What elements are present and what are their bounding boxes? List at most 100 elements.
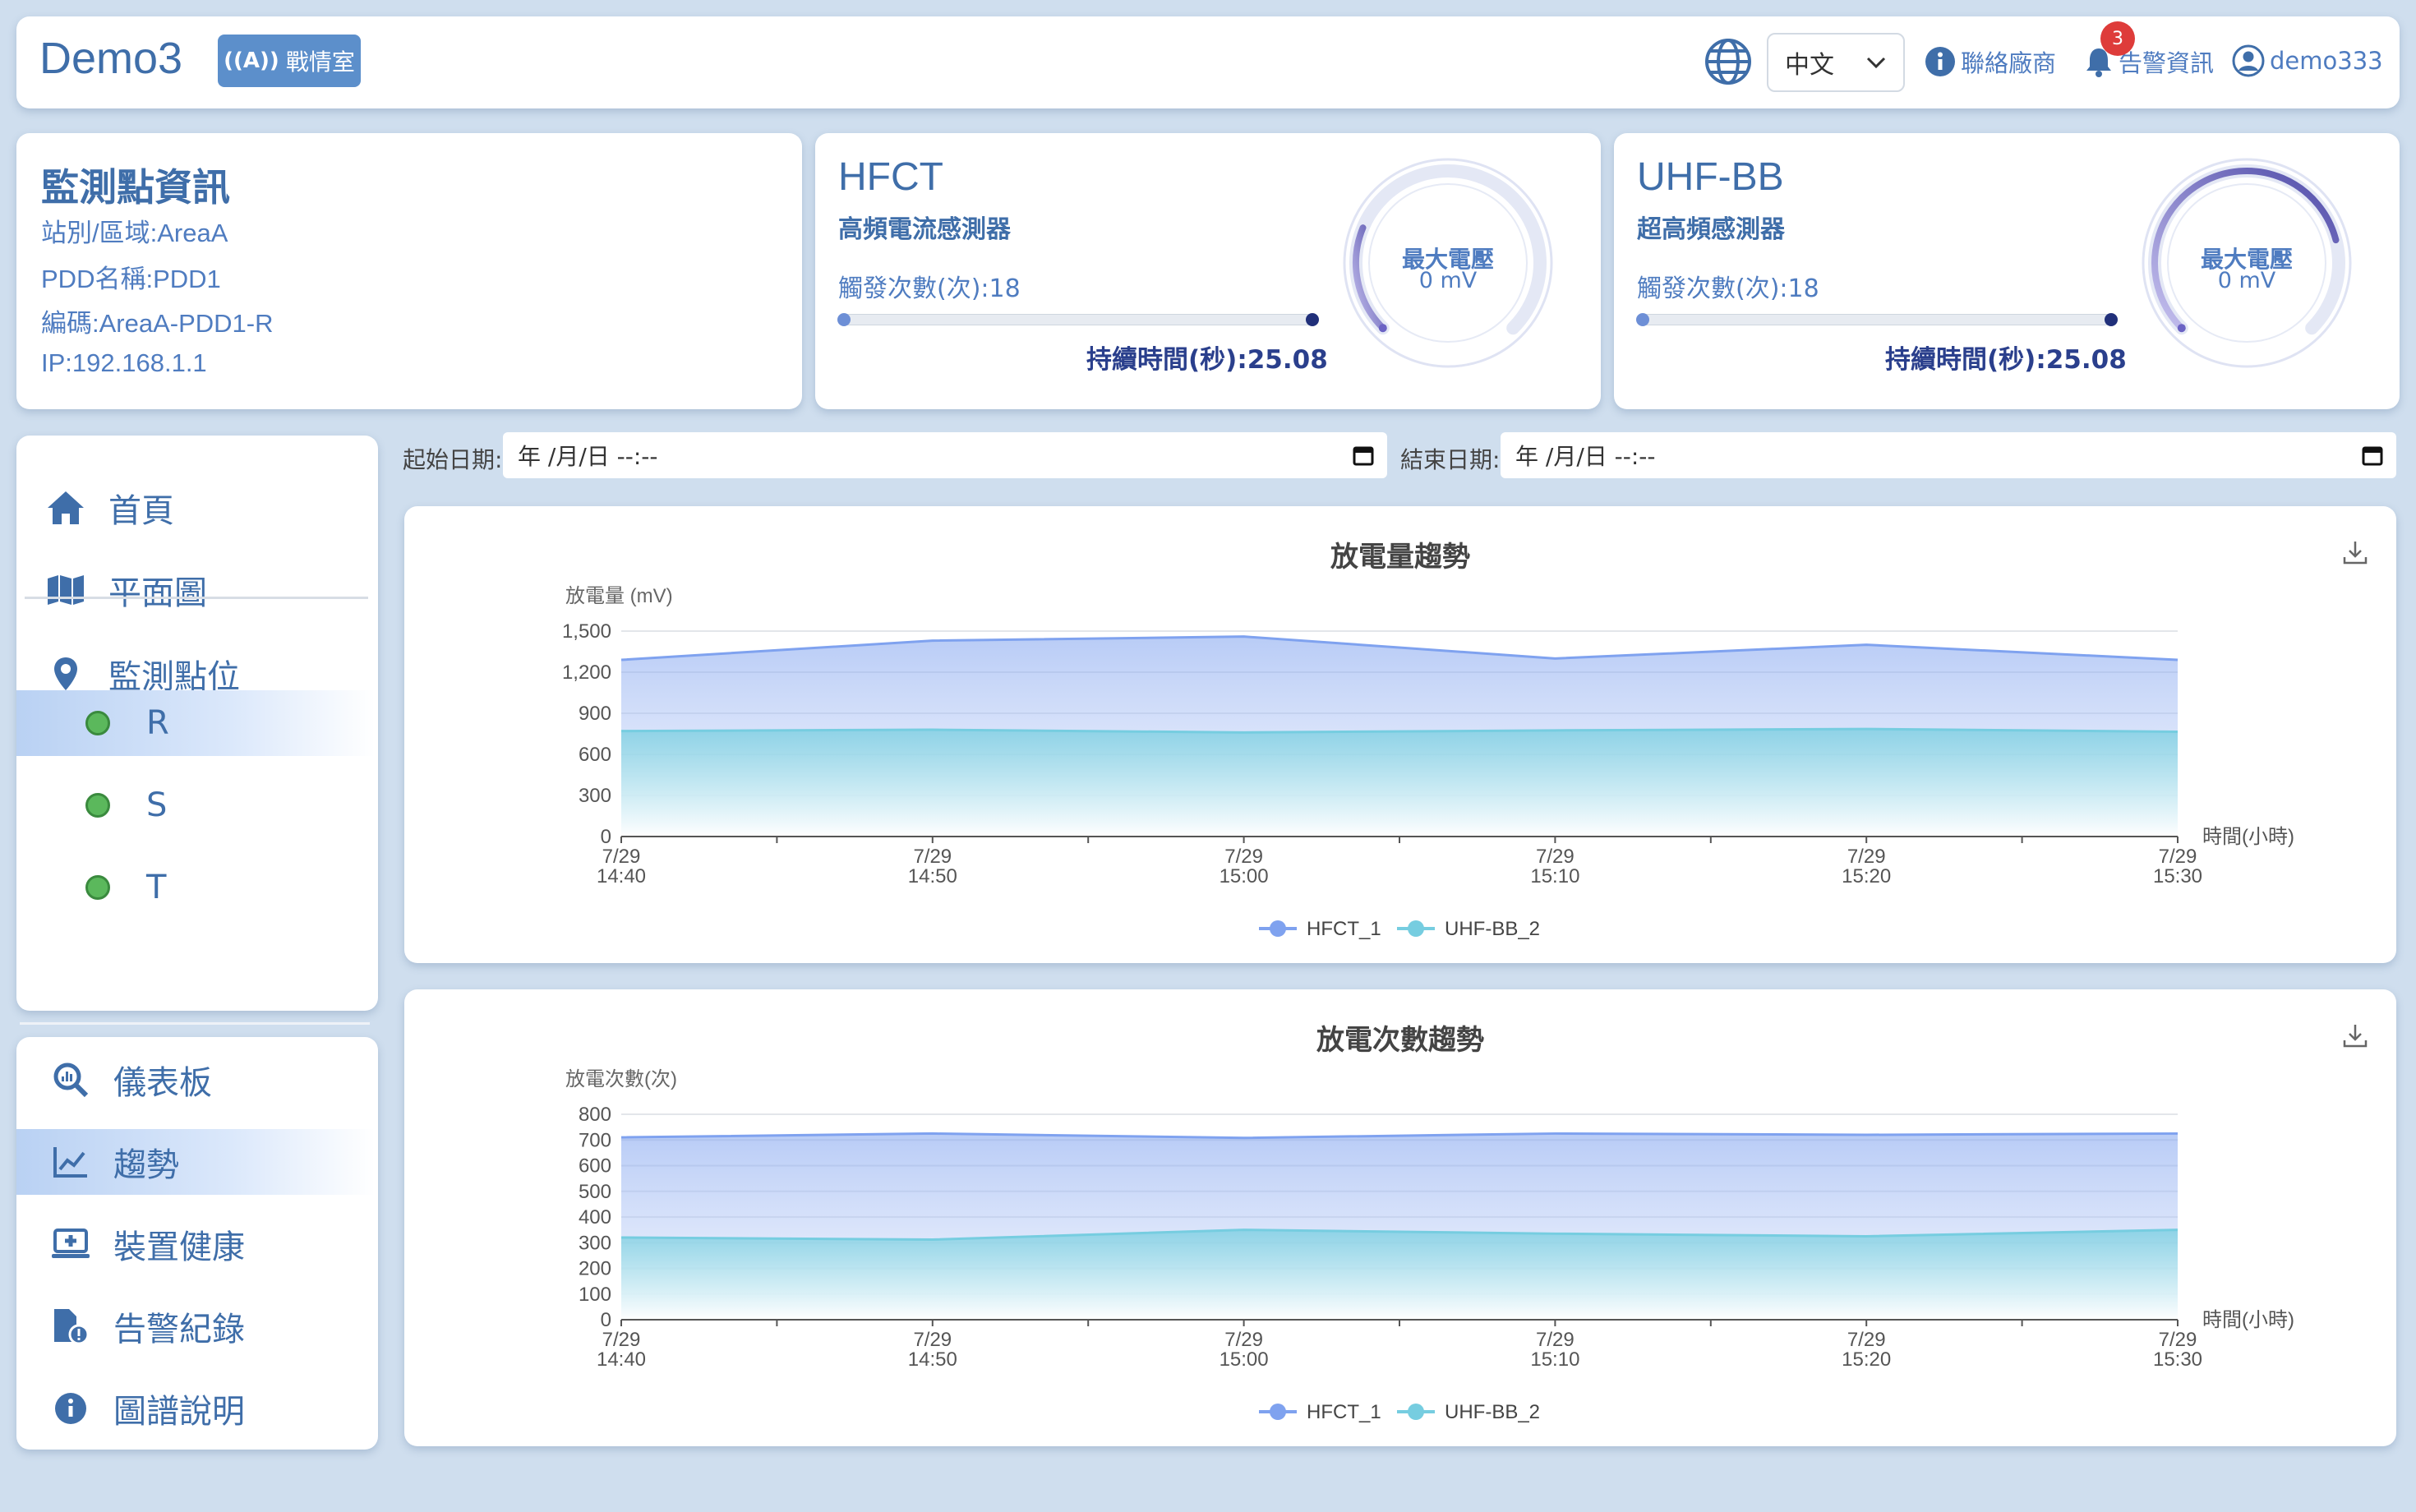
nav-home[interactable]: 首頁: [16, 475, 375, 541]
point-item-s[interactable]: S: [16, 772, 375, 838]
site-code: 編碼:AreaA-PDD1-R: [41, 309, 274, 338]
nav-trend[interactable]: 趨勢: [16, 1129, 375, 1195]
duration-text: 持續時間(秒):25.08: [1885, 345, 2127, 375]
point-item-t[interactable]: T: [16, 855, 375, 920]
site-station: 站別/區域:AreaA: [41, 219, 228, 247]
x-tick-label: 7/29 15:20: [1842, 846, 1891, 887]
nav-legend-help[interactable]: 圖譜說明: [16, 1376, 375, 1441]
language-select[interactable]: 中文: [1767, 33, 1905, 92]
y-axis-label: 放電次數(次): [565, 1068, 677, 1090]
sidebar-nav-top: 首頁 平面圖 監測點位 R S T: [16, 436, 378, 1011]
info-icon: [55, 1393, 86, 1424]
file-alert-icon: [54, 1309, 90, 1345]
x-tick-label: 7/29 15:20: [1842, 1329, 1891, 1371]
home-icon: [48, 491, 84, 524]
language-value: 中文: [1785, 51, 1834, 80]
site-pdd: PDD名稱:PDD1: [41, 265, 221, 293]
trigger-count: 觸發次數(次):18: [838, 274, 1021, 303]
duration-text: 持續時間(秒):25.08: [1086, 345, 1328, 375]
y-tick-label: 1,500: [562, 620, 611, 643]
x-tick-label: 7/29 15:30: [2153, 1329, 2202, 1371]
top-bar: Demo3 ((A)) 戰情室 中文 聯絡廠商 告警資訊 3 demo333: [16, 16, 2400, 108]
series-area: [621, 1229, 2178, 1320]
site-ip: IP:192.168.1.1: [41, 348, 207, 377]
contact-vendor-label: 聯絡廠商: [1961, 49, 2057, 77]
end-date-input[interactable]: 年 /月/日 --:--: [1501, 432, 2396, 478]
sensor-card-hfct: HFCT 高頻電流感測器 觸發次數(次):18 持續時間(秒):25.08 最大…: [815, 133, 1601, 409]
status-led: [85, 875, 110, 900]
map-icon: [48, 575, 84, 605]
nav-dashboard[interactable]: 儀表板: [16, 1047, 375, 1113]
sensor-subtitle: 超高頻感測器: [1637, 215, 1785, 244]
line-chart-icon: [53, 1147, 87, 1178]
site-info-card: 監測點資訊 站別/區域:AreaA PDD名稱:PDD1 編碼:AreaA-PD…: [16, 133, 802, 409]
legend-label: HFCT_1: [1307, 1401, 1381, 1423]
max-voltage-gauge: 最大電壓 0 mV: [1339, 154, 1556, 371]
y-tick-label: 1,200: [562, 662, 611, 684]
brand-logo[interactable]: Demo3: [39, 33, 182, 84]
nav-floorplan[interactable]: 平面圖: [16, 557, 375, 623]
x-tick-label: 7/29 15:30: [2153, 846, 2202, 887]
point-label: S: [146, 786, 168, 824]
calendar-icon[interactable]: [1353, 445, 1374, 466]
nav-trend-label: 趨勢: [113, 1146, 179, 1184]
legend-marker: [1408, 920, 1424, 937]
x-axis-label: 時間(小時): [2202, 826, 2294, 848]
calendar-icon[interactable]: [2362, 445, 2383, 466]
end-date-value: 年 /月/日 --:--: [1515, 443, 1656, 470]
status-led: [85, 711, 110, 735]
y-tick-label: 300: [579, 1232, 611, 1254]
x-tick-label: 7/29 14:50: [908, 846, 957, 887]
max-voltage-gauge: 最大電壓 0 mV: [2138, 154, 2355, 371]
sidebar-nav-bottom: 儀表板 趨勢 裝置健康 告警紀錄 圖譜說明: [16, 1037, 378, 1450]
discharge-count-chart-card: 放電次數趨勢 放電次數(次) 0 100 200 300 400 500 600 700 800 7…: [404, 989, 2396, 1446]
x-axis-label: 時間(小時): [2202, 1309, 2294, 1331]
contact-vendor-link[interactable]: 聯絡廠商: [1925, 44, 2056, 79]
search-chart-icon: [53, 1063, 89, 1098]
gauge-start-dot: [1378, 324, 1387, 333]
user-menu[interactable]: demo333: [2232, 44, 2383, 77]
x-tick-label: 7/29 14:40: [597, 1329, 646, 1371]
series-area: [621, 729, 2178, 837]
nav-floorplan-label: 平面圖: [108, 574, 207, 612]
legend-label: UHF-BB_2: [1445, 1401, 1540, 1423]
alert-info-label: 告警資訊: [2119, 49, 2215, 77]
nav-dashboard-label: 儀表板: [113, 1064, 212, 1102]
nav-alert-records[interactable]: 告警紀錄: [16, 1293, 375, 1359]
gauge-value: 0 mV: [2217, 268, 2276, 293]
start-date-value: 年 /月/日 --:--: [518, 443, 658, 470]
nav-device-health-label: 裝置健康: [113, 1228, 245, 1266]
nav-divider: [25, 597, 368, 599]
y-tick-label: 200: [579, 1258, 611, 1280]
alert-count-badge: 3: [2100, 21, 2135, 56]
sidebar-separator: [20, 1022, 370, 1025]
globe-icon[interactable]: [1704, 38, 1752, 85]
war-room-button[interactable]: ((A)) 戰情室: [218, 35, 361, 87]
y-tick-label: 800: [579, 1104, 611, 1126]
legend-marker: [1408, 1404, 1424, 1420]
sensor-card-uhf-bb: UHF-BB 超高頻感測器 觸發次數(次):18 持續時間(秒):25.08 最…: [1614, 133, 2400, 409]
legend-marker: [1270, 920, 1286, 937]
nav-home-label: 首頁: [108, 492, 174, 530]
point-label: T: [146, 869, 167, 906]
alert-info-link[interactable]: 告警資訊: [2084, 44, 2214, 79]
duration-bar: [837, 313, 1319, 326]
x-tick-label: 7/29 14:50: [908, 1329, 957, 1371]
y-tick-label: 0: [601, 1309, 611, 1331]
chevron-down-icon: [1866, 57, 1886, 69]
discharge-amount-chart-card: 放電量趨勢 放電量 (mV) 0 300 600 900 1,200 1,500 7/29 14…: [404, 506, 2396, 963]
duration-bar: [1636, 313, 2118, 326]
nav-device-health[interactable]: 裝置健康: [16, 1211, 375, 1277]
y-tick-label: 900: [579, 703, 611, 725]
info-icon: [1925, 47, 1955, 76]
point-item-r[interactable]: R: [16, 690, 375, 756]
y-tick-label: 700: [579, 1129, 611, 1151]
site-info-title: 監測點資訊: [41, 165, 230, 210]
war-room-label: 戰情室: [285, 48, 355, 76]
start-date-input[interactable]: 年 /月/日 --:--: [503, 432, 1387, 478]
trigger-count: 觸發次數(次):18: [1637, 274, 1819, 303]
y-tick-label: 100: [579, 1284, 611, 1306]
y-tick-label: 600: [579, 744, 611, 766]
location-pin-icon: [54, 657, 77, 690]
user-avatar-icon: [2232, 44, 2265, 77]
